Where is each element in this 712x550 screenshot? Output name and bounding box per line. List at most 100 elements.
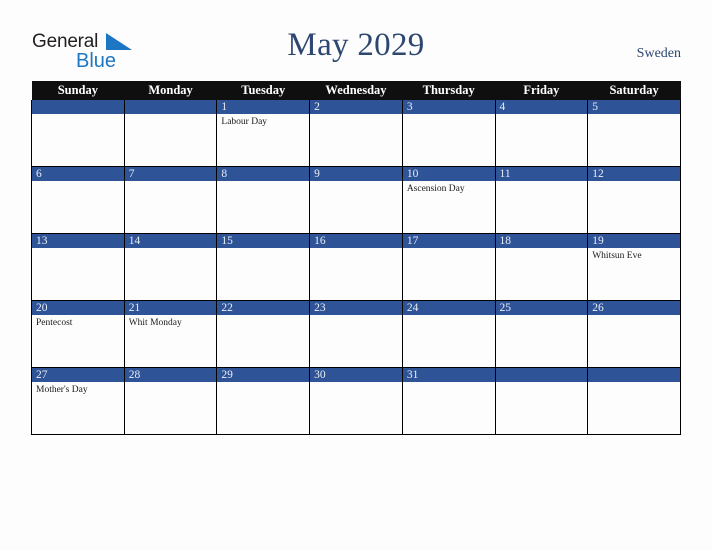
calendar-day-cell[interactable]	[494, 367, 589, 435]
day-events	[125, 181, 217, 184]
day-cell-inner: 29	[217, 368, 310, 434]
calendar-day-cell[interactable]: 1 Labour Day	[216, 100, 311, 167]
day-cell-inner: 31	[402, 368, 495, 434]
day-number: 24	[402, 301, 495, 315]
day-cell-inner: 7	[124, 167, 217, 233]
calendar-week-row: 20 Pentecost 21 Whit Monday 22 23 24 25 26	[31, 300, 681, 368]
day-events	[32, 181, 124, 184]
calendar-day-cell[interactable]: 4	[494, 100, 589, 167]
calendar-day-cell[interactable]: 8	[216, 166, 311, 234]
day-number: 19	[588, 234, 680, 248]
day-cell-inner: 28	[124, 368, 217, 434]
day-cell-inner: 21 Whit Monday	[124, 301, 217, 367]
day-cell-inner: 8	[217, 167, 310, 233]
calendar-day-cell[interactable]: 2	[309, 100, 403, 167]
calendar-day-cell[interactable]: 5	[587, 100, 681, 167]
day-cell-inner: 14	[124, 234, 217, 300]
calendar-day-cell[interactable]: 3	[401, 100, 496, 167]
day-events	[32, 114, 124, 117]
calendar-day-cell[interactable]: 14	[123, 233, 218, 301]
day-events	[125, 114, 217, 117]
calendar-day-cell[interactable]: 27 Mother's Day	[31, 367, 125, 435]
day-events	[588, 382, 680, 385]
calendar-day-cell[interactable]: 28	[123, 367, 218, 435]
weekday-header-monday: Monday	[124, 81, 217, 100]
day-events	[125, 382, 217, 385]
calendar-day-cell[interactable]: 13	[31, 233, 125, 301]
day-events	[496, 382, 588, 385]
calendar-day-cell[interactable]: 9	[309, 166, 403, 234]
calendar-day-cell[interactable]: 7	[123, 166, 218, 234]
day-number	[32, 100, 124, 114]
day-number: 21	[124, 301, 217, 315]
day-events	[217, 315, 309, 318]
calendar-day-cell[interactable]: 6	[31, 166, 125, 234]
weekday-header-wednesday: Wednesday	[309, 81, 403, 100]
calendar-day-cell[interactable]: 26	[587, 300, 681, 368]
day-cell-inner: 30	[310, 368, 402, 434]
day-events	[403, 315, 495, 318]
calendar-day-cell[interactable]: 24	[401, 300, 496, 368]
day-cell-inner: 16	[310, 234, 402, 300]
day-events	[217, 181, 309, 184]
day-events	[217, 382, 309, 385]
calendar-day-cell[interactable]: 16	[309, 233, 403, 301]
day-number: 1	[217, 100, 310, 114]
calendar-week-row: 1 Labour Day 2 3 4 5	[31, 100, 681, 167]
day-events	[32, 248, 124, 251]
page-title: May 2029	[287, 27, 425, 63]
calendar-day-cell[interactable]: 20 Pentecost	[31, 300, 125, 368]
calendar-day-cell[interactable]	[123, 100, 218, 167]
weekday-header-friday: Friday	[495, 81, 588, 100]
calendar-day-cell[interactable]: 15	[216, 233, 311, 301]
day-events	[403, 382, 495, 385]
day-cell-inner: 17	[402, 234, 495, 300]
calendar-day-cell[interactable]: 22	[216, 300, 311, 368]
day-number: 29	[217, 368, 310, 382]
calendar-week-row: 13 14 15 16 17 18 19 Whitsun Eve	[31, 233, 681, 301]
weekday-header-sunday: Sunday	[31, 81, 125, 100]
day-cell-inner: 15	[217, 234, 310, 300]
calendar-day-cell[interactable]	[31, 100, 125, 167]
day-events	[403, 248, 495, 251]
weekday-header-saturday: Saturday	[587, 81, 681, 100]
calendar-day-cell[interactable]: 25	[494, 300, 589, 368]
day-cell-inner: 25	[495, 301, 588, 367]
day-cell-inner: 1 Labour Day	[217, 100, 310, 166]
day-cell-inner: 6	[32, 167, 124, 233]
calendar-day-cell[interactable]: 19 Whitsun Eve	[587, 233, 681, 301]
day-number: 17	[402, 234, 495, 248]
day-events	[496, 315, 588, 318]
day-number: 27	[32, 368, 124, 382]
calendar-day-cell[interactable]: 18	[494, 233, 589, 301]
day-cell-inner: 3	[402, 100, 495, 166]
holiday-label: Whit Monday	[128, 318, 182, 328]
calendar-day-cell[interactable]: 12	[587, 166, 681, 234]
day-number: 18	[495, 234, 588, 248]
calendar-day-cell[interactable]	[587, 367, 681, 435]
day-number: 15	[217, 234, 310, 248]
day-cell-inner: 4	[495, 100, 588, 166]
calendar-day-cell[interactable]: 30	[309, 367, 403, 435]
calendar-day-cell[interactable]: 17	[401, 233, 496, 301]
calendar-day-cell[interactable]: 11	[494, 166, 589, 234]
day-events	[496, 181, 588, 184]
day-number: 9	[310, 167, 402, 181]
calendar-day-cell[interactable]: 29	[216, 367, 311, 435]
day-cell-inner	[124, 100, 217, 166]
day-events	[403, 114, 495, 117]
day-events	[310, 114, 402, 117]
day-events	[217, 248, 309, 251]
day-number: 28	[124, 368, 217, 382]
holiday-label: Ascension Day	[406, 184, 465, 194]
calendar-day-cell[interactable]: 31	[401, 367, 496, 435]
day-number: 6	[32, 167, 124, 181]
day-events: Pentecost	[32, 315, 124, 329]
day-cell-inner: 19 Whitsun Eve	[588, 234, 680, 300]
day-number: 5	[588, 100, 680, 114]
calendar-day-cell[interactable]: 23	[309, 300, 403, 368]
calendar-day-cell[interactable]: 10 Ascension Day	[401, 166, 496, 234]
day-number: 23	[310, 301, 402, 315]
calendar-day-cell[interactable]: 21 Whit Monday	[123, 300, 218, 368]
day-cell-inner: 27 Mother's Day	[32, 368, 124, 434]
